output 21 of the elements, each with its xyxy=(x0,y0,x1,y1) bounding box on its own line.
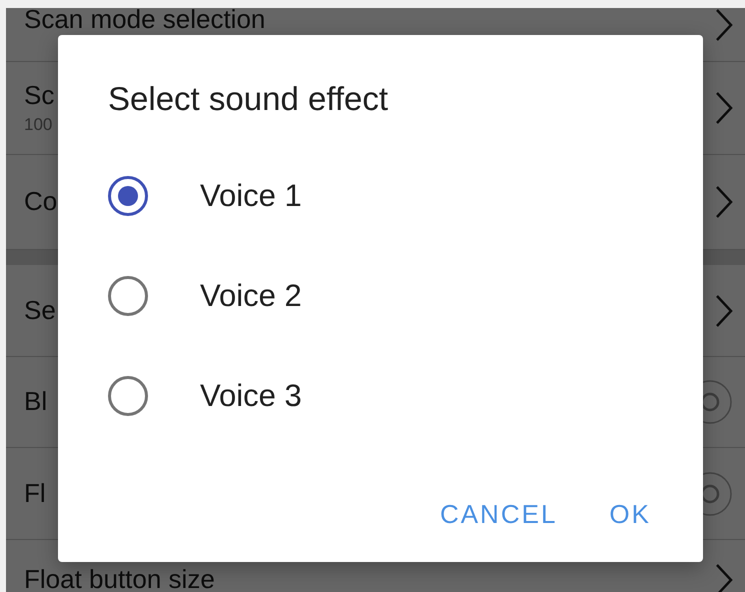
setting-title: Float button size xyxy=(24,564,215,592)
chevron-right-icon xyxy=(715,185,733,219)
radio-button[interactable] xyxy=(108,376,148,416)
radio-button[interactable] xyxy=(108,276,148,316)
setting-title: Co xyxy=(24,187,58,217)
chevron-right-icon xyxy=(715,91,733,125)
setting-title: Sc xyxy=(24,81,54,111)
option-label: Voice 3 xyxy=(200,378,302,414)
setting-title: Scan mode selection xyxy=(24,8,266,35)
cancel-button[interactable]: CANCEL xyxy=(424,489,574,540)
setting-title: Bl xyxy=(24,387,48,417)
setting-title: Se xyxy=(24,296,56,326)
option-label: Voice 2 xyxy=(200,278,302,314)
radio-button[interactable] xyxy=(108,176,148,216)
dialog-title: Select sound effect xyxy=(108,80,390,118)
ok-button[interactable]: OK xyxy=(593,489,667,540)
chevron-right-icon xyxy=(715,562,733,592)
setting-title: Fl xyxy=(24,478,46,508)
chevron-right-icon xyxy=(715,294,733,328)
chevron-right-icon xyxy=(715,8,733,42)
option-label: Voice 1 xyxy=(200,178,302,214)
